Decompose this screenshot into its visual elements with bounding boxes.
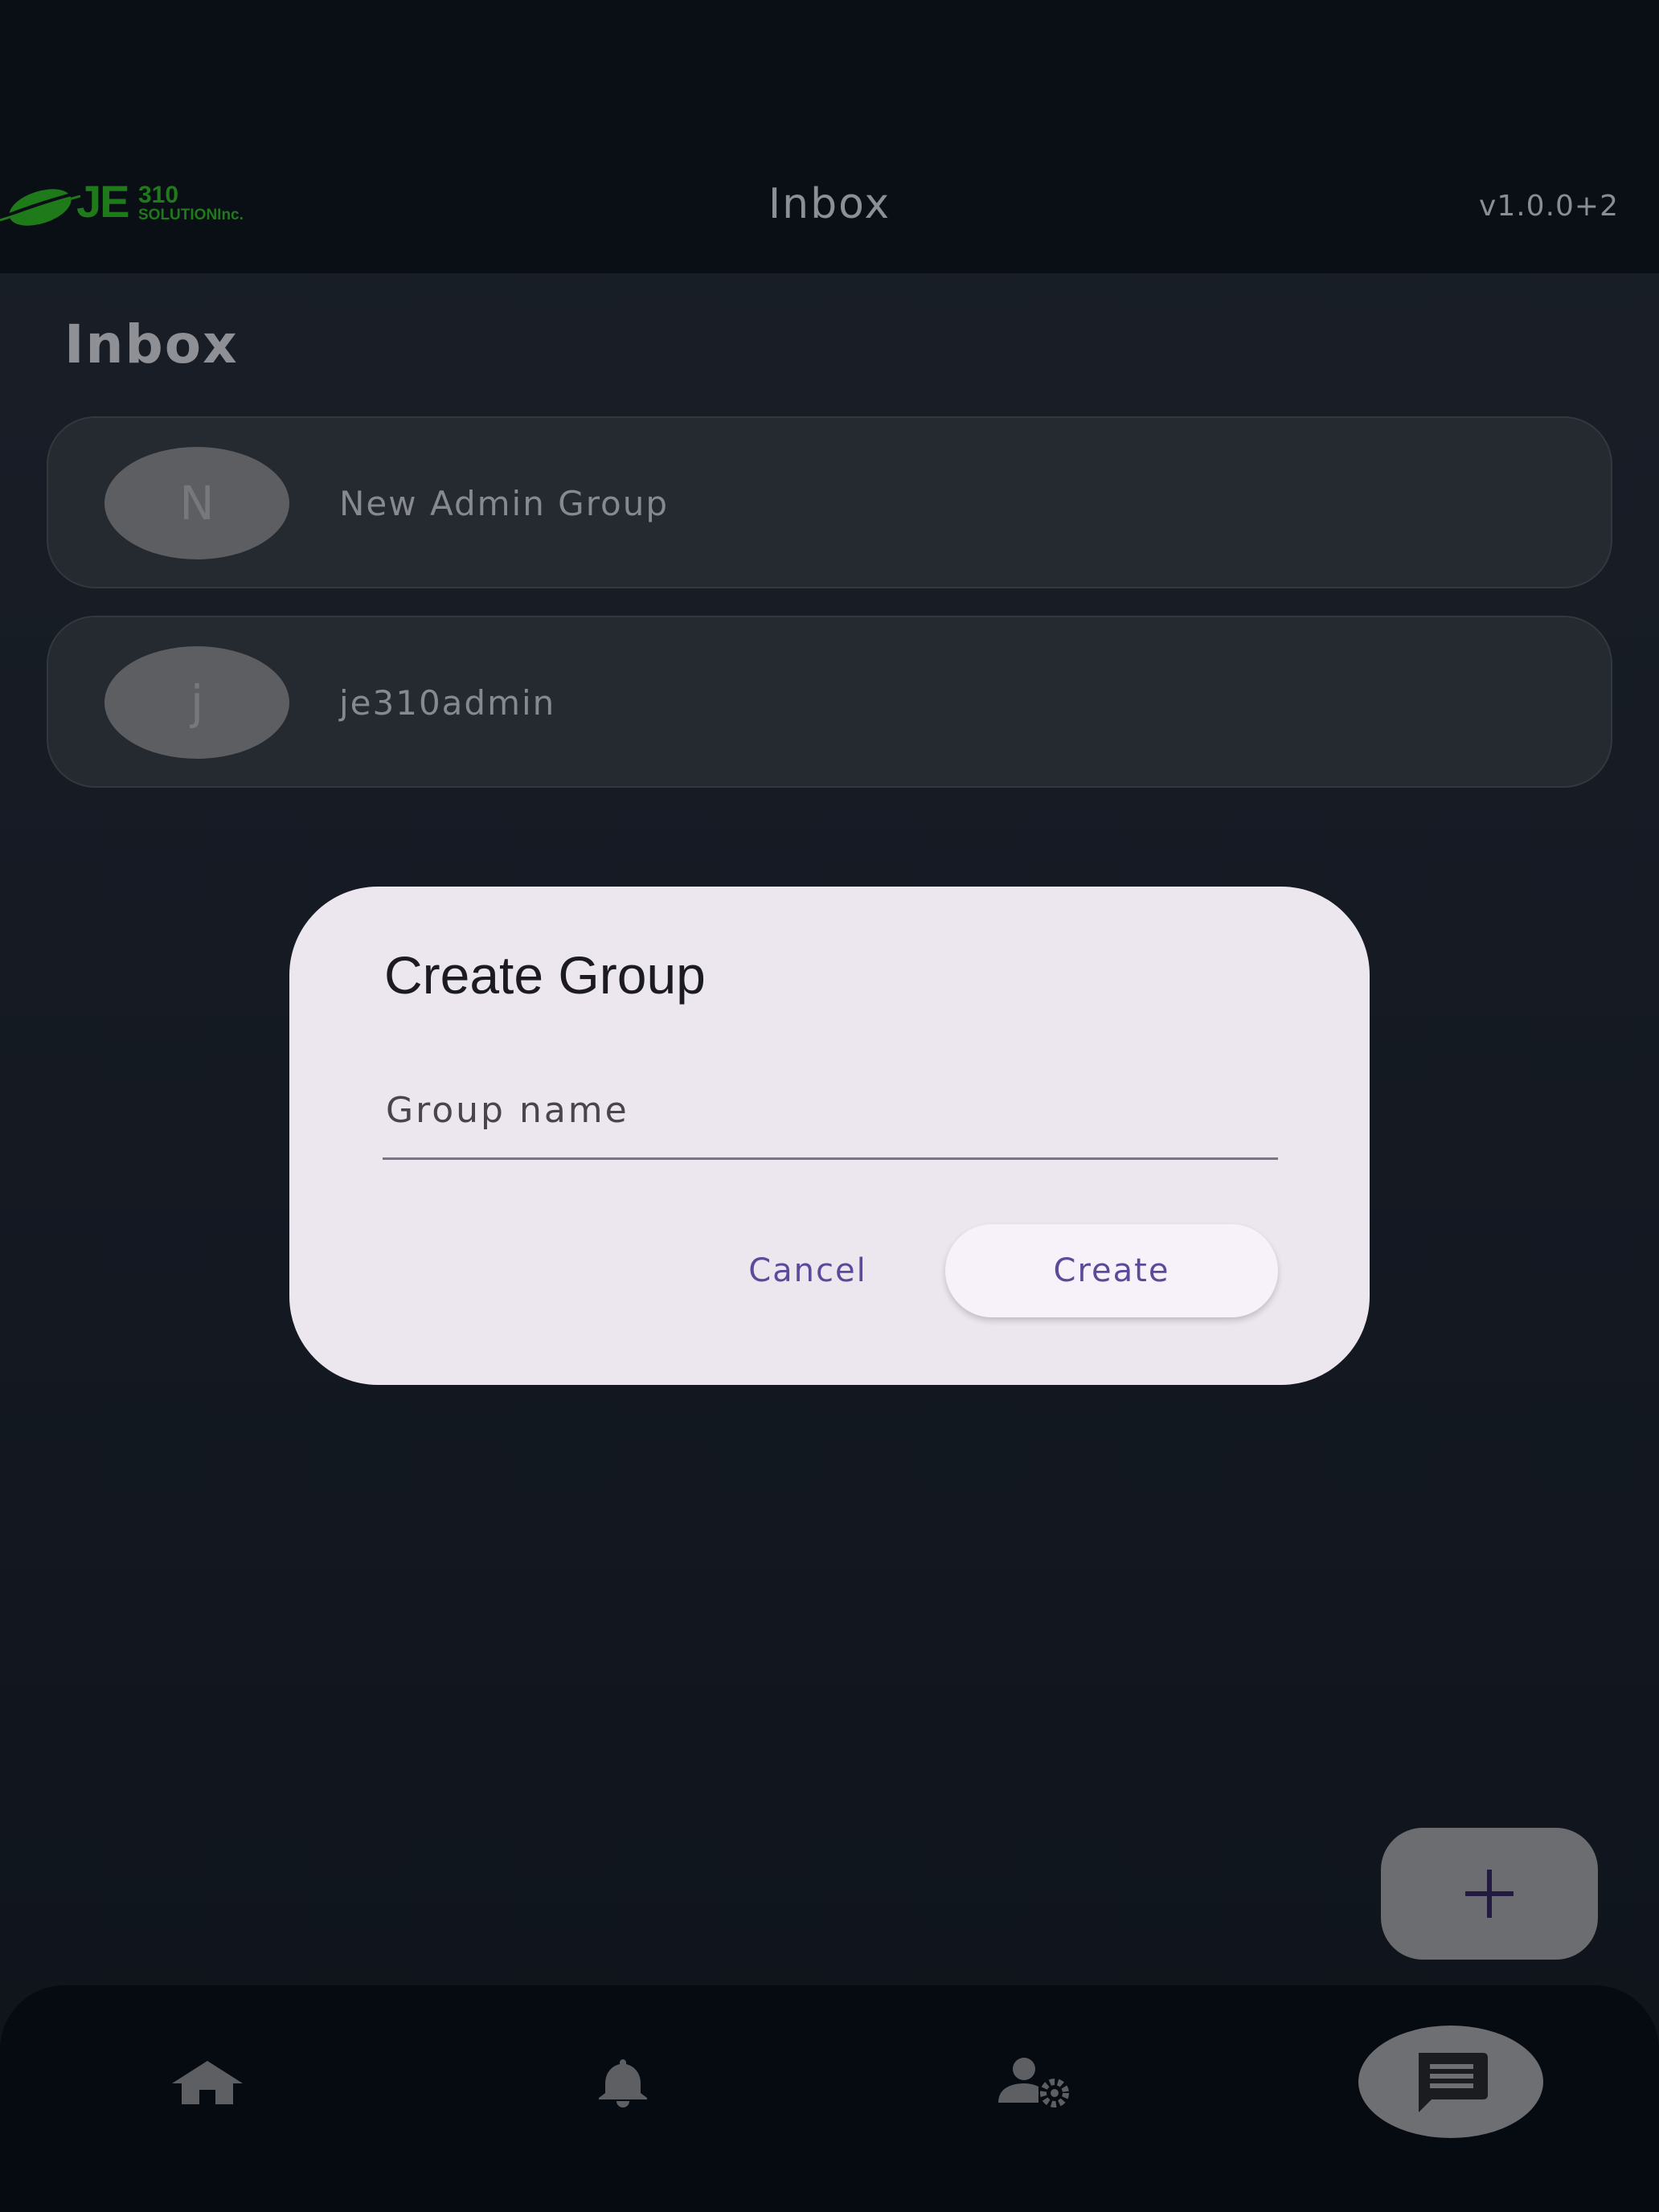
- chat-icon: [1419, 2053, 1488, 2112]
- conversation-name: je310admin: [339, 683, 556, 723]
- group-name-input[interactable]: [383, 1063, 1278, 1160]
- nav-notifications[interactable]: [530, 2026, 715, 2138]
- conversation-item[interactable]: j je310admin: [47, 616, 1612, 788]
- home-icon: [172, 2061, 243, 2104]
- bottom-navigation-bar: [0, 1985, 1659, 2212]
- avatar: j: [104, 646, 289, 759]
- inbox-screen: JE 310 SOLUTIONInc. Inbox v1.0.0+2 Inbox…: [0, 0, 1659, 2212]
- plus-icon: [1465, 1870, 1514, 1918]
- app-version: v1.0.0+2: [1479, 190, 1619, 223]
- dialog-title: Create Group: [384, 945, 706, 1005]
- nav-chat[interactable]: [1358, 2026, 1543, 2138]
- create-group-dialog: Create Group Cancel Create: [289, 887, 1370, 1385]
- app-bar-title: Inbox: [768, 180, 891, 228]
- user-settings-icon: [998, 2058, 1069, 2108]
- cancel-button[interactable]: Cancel: [699, 1224, 916, 1317]
- new-conversation-fab[interactable]: [1381, 1828, 1598, 1960]
- conversation-item[interactable]: N New Admin Group: [47, 416, 1612, 588]
- bell-icon: [599, 2059, 647, 2108]
- create-button[interactable]: Create: [945, 1224, 1278, 1317]
- nav-user-settings[interactable]: [943, 2026, 1128, 2138]
- app-bar: JE 310 SOLUTIONInc. Inbox v1.0.0+2: [0, 0, 1659, 273]
- conversation-name: New Admin Group: [339, 484, 670, 523]
- page-title: Inbox: [64, 313, 239, 375]
- avatar: N: [104, 447, 289, 559]
- nav-home[interactable]: [115, 2026, 300, 2138]
